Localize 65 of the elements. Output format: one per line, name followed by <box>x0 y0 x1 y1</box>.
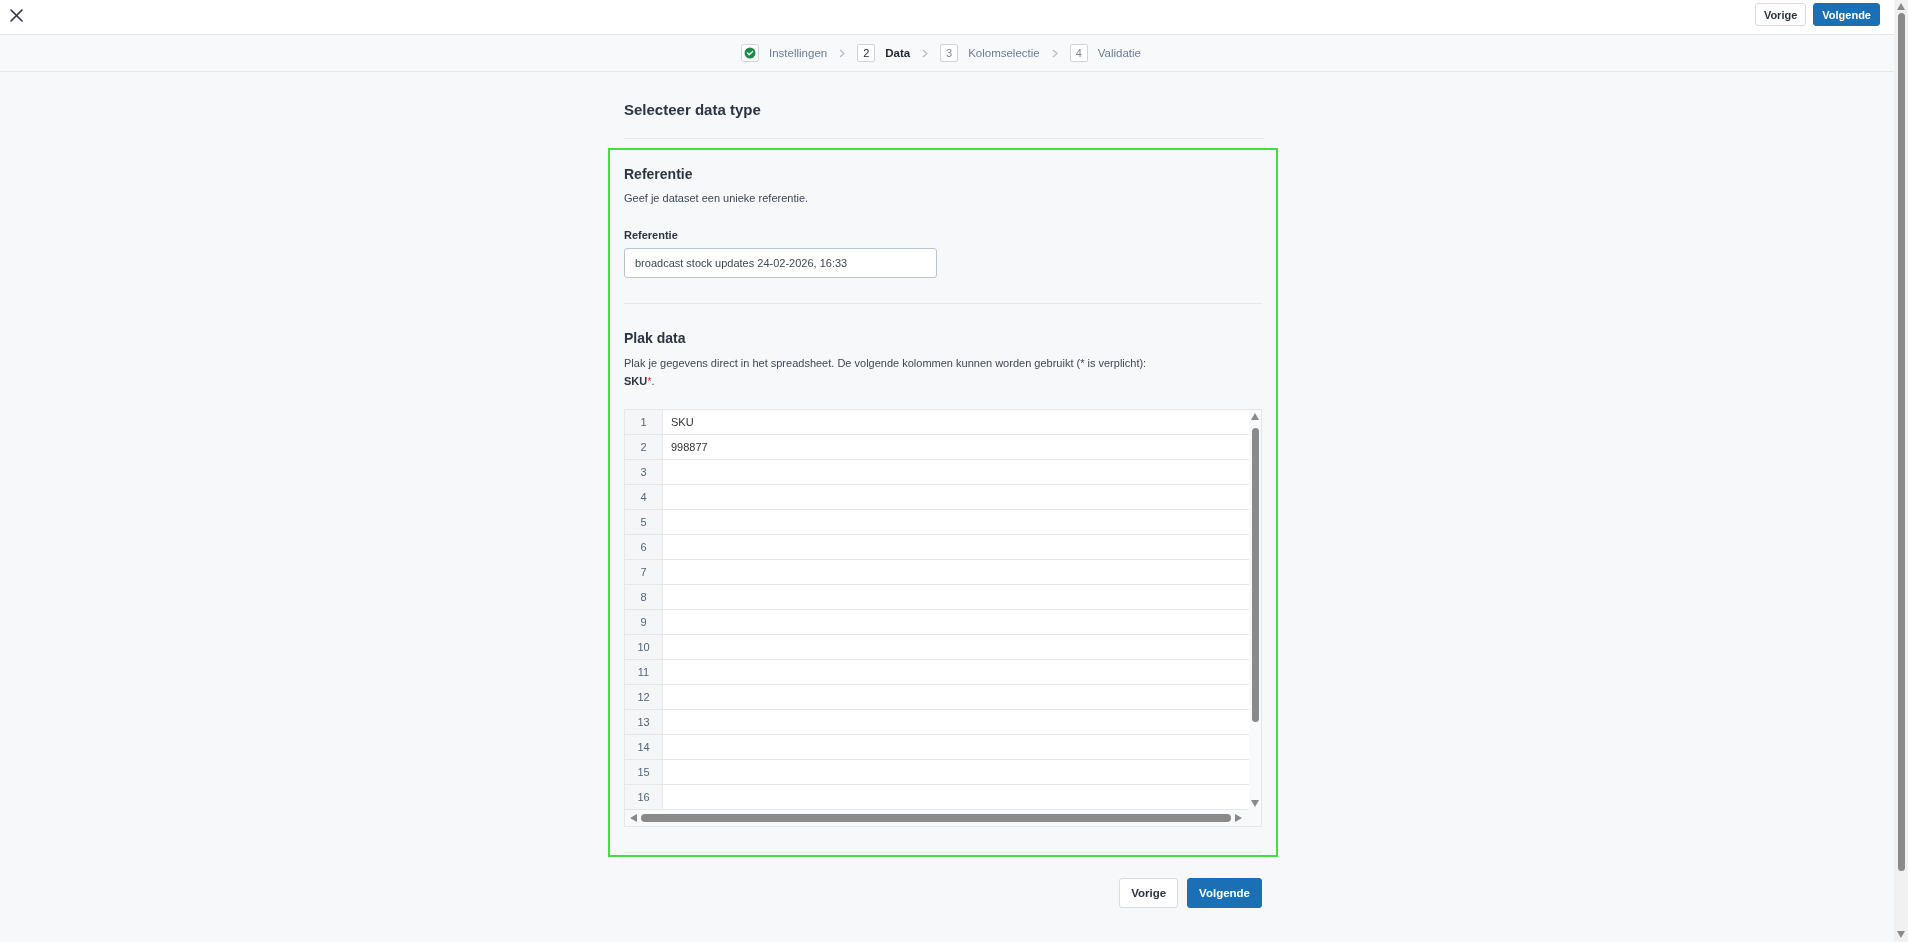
section-description: Geef je dataset een unieke referentie. <box>624 191 810 205</box>
sheet-cell[interactable] <box>663 560 1249 585</box>
sheet-cell[interactable] <box>663 785 1249 810</box>
sheet-cell[interactable] <box>663 760 1249 785</box>
back-button[interactable]: Vorige <box>1754 3 1807 26</box>
section-description: Plak je gegevens direct in het spreadsheet. De volgende kolommen kunnen worden gebruikt (* is verplicht): <box>624 356 1148 371</box>
row-number: 9 <box>625 610 663 635</box>
step-label: Instellingen <box>769 47 828 59</box>
step-label: Validatie <box>1097 47 1141 59</box>
scroll-up-arrow-icon[interactable] <box>1251 413 1259 420</box>
row-number: 6 <box>625 535 663 560</box>
scroll-left-arrow-icon[interactable] <box>630 814 637 822</box>
sheet-cell[interactable] <box>663 710 1249 735</box>
row-number: 11 <box>625 660 663 685</box>
sheet-cell[interactable] <box>663 535 1249 560</box>
step-label: Kolomselectie <box>968 47 1040 59</box>
sheet-cell[interactable] <box>663 685 1249 710</box>
sheet-cell[interactable] <box>663 510 1249 535</box>
sheet-cell[interactable] <box>663 610 1249 635</box>
scrollbar-thumb[interactable] <box>1897 13 1905 871</box>
field-label: Referentie <box>624 228 679 242</box>
sheet-cell[interactable] <box>663 635 1249 660</box>
next-button[interactable]: Volgende <box>1187 878 1262 908</box>
row-number: 2 <box>625 435 663 460</box>
row-number: 12 <box>625 685 663 710</box>
sheet-cell[interactable] <box>663 485 1249 510</box>
sheet-cell[interactable] <box>663 660 1249 685</box>
scroll-up-arrow-icon[interactable] <box>1897 3 1905 10</box>
row-number: 10 <box>625 635 663 660</box>
sheet-cell[interactable] <box>663 460 1249 485</box>
next-button[interactable]: Volgende <box>1813 3 1880 26</box>
step-number: 4 <box>1069 44 1088 62</box>
reference-input[interactable]: broadcast stock updates 24-02-2026, 16:33 <box>624 248 937 278</box>
scroll-down-arrow-icon[interactable] <box>1251 800 1259 807</box>
row-number: 7 <box>625 560 663 585</box>
page-title: Selecteer data type <box>624 100 762 120</box>
close-button[interactable] <box>10 9 23 22</box>
step-label: Data <box>885 47 911 59</box>
row-number: 5 <box>625 510 663 535</box>
scrollbar-thumb[interactable] <box>1251 428 1259 722</box>
back-button[interactable]: Vorige <box>1119 878 1179 908</box>
scroll-down-arrow-icon[interactable] <box>1897 931 1905 938</box>
row-number: 8 <box>625 585 663 610</box>
row-number: 16 <box>625 785 663 810</box>
chevron-right-icon <box>1051 48 1058 58</box>
required-columns-text: SKU*. <box>624 374 656 389</box>
row-number: 15 <box>625 760 663 785</box>
row-number: 13 <box>625 710 663 735</box>
step-number: 2 <box>857 44 876 62</box>
step-number: 3 <box>940 44 959 62</box>
chevron-right-icon <box>922 48 929 58</box>
section-heading: Referentie <box>624 165 694 183</box>
row-number: 3 <box>625 460 663 485</box>
row-number: 4 <box>625 485 663 510</box>
section-heading: Plak data <box>624 329 687 347</box>
scroll-right-arrow-icon[interactable] <box>1235 814 1242 822</box>
row-number: 14 <box>625 735 663 760</box>
close-icon <box>10 9 23 22</box>
sheet-cell[interactable]: 998877 <box>663 435 1249 460</box>
sheet-cell[interactable] <box>663 735 1249 760</box>
chevron-right-icon <box>839 48 846 58</box>
sheet-cell[interactable]: SKU <box>663 410 1249 435</box>
row-number: 1 <box>625 410 663 435</box>
scrollbar-thumb[interactable] <box>641 814 1231 822</box>
sheet-cell[interactable] <box>663 585 1249 610</box>
